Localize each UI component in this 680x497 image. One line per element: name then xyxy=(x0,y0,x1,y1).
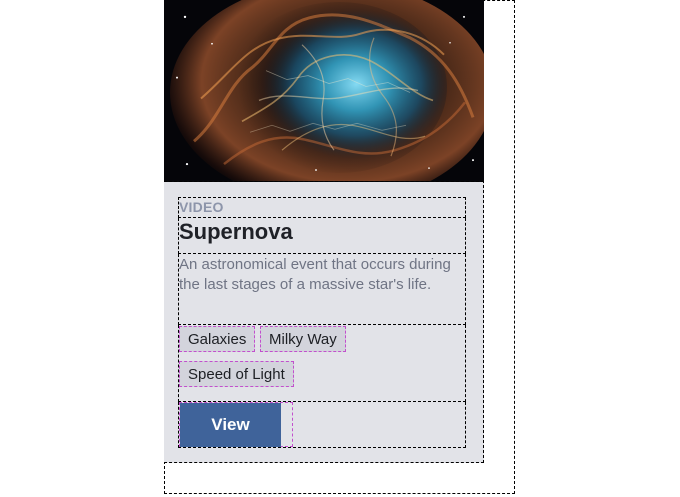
view-button-wrapper: View xyxy=(179,402,293,447)
card-description: An astronomical event that occurs during… xyxy=(178,254,466,325)
nebula-illustration xyxy=(164,0,484,181)
tag-speed-of-light[interactable]: Speed of Light xyxy=(179,361,294,387)
tag-milky-way[interactable]: Milky Way xyxy=(260,326,346,352)
tag-list: Galaxies Milky Way Speed of Light xyxy=(178,325,466,402)
card-title: Supernova xyxy=(178,218,466,254)
card-actions: View xyxy=(178,402,466,448)
category-label: VIDEO xyxy=(178,197,466,218)
supernova-image xyxy=(164,0,484,182)
video-card: VIDEO Supernova An astronomical event th… xyxy=(164,0,484,463)
page: VIDEO Supernova An astronomical event th… xyxy=(0,0,680,497)
tag-galaxies[interactable]: Galaxies xyxy=(179,326,256,352)
card-content: VIDEO Supernova An astronomical event th… xyxy=(178,197,466,448)
view-button[interactable]: View xyxy=(180,403,281,447)
